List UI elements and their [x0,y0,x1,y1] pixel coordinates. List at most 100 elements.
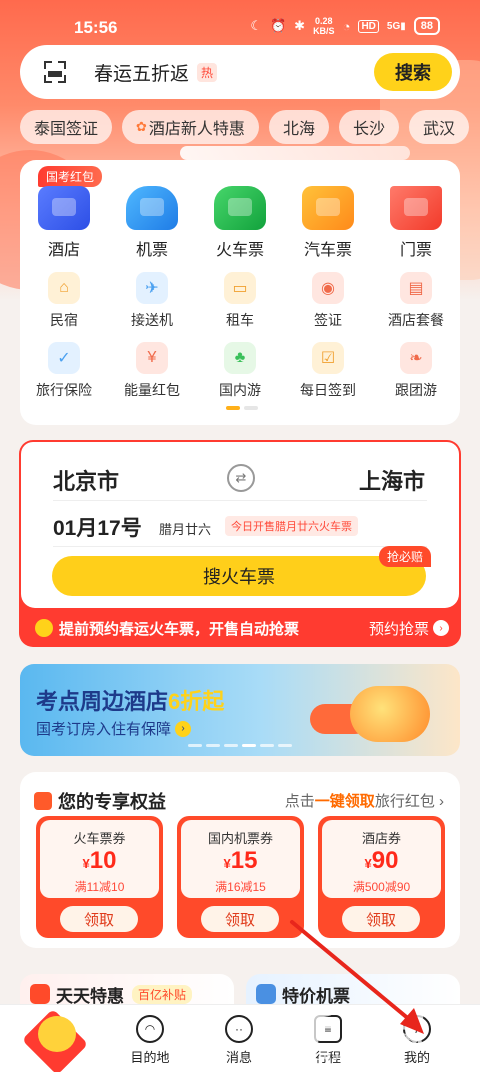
search-train-button[interactable]: 搜火车票 [52,556,426,596]
service-ticket[interactable]: 门票 [372,186,460,260]
departure-date[interactable]: 01月17号 [53,512,142,542]
train-search-form: 北京市 ⇄ 上海市 01月17号 腊月廿六 今日开售腊月廿六火车票 搜火车票 抢… [21,442,459,608]
train-search-card: 北京市 ⇄ 上海市 01月17号 腊月廿六 今日开售腊月廿六火车票 搜火车票 抢… [19,440,461,647]
exclusive-benefits: 您的专享权益 点击一键领取旅行红包 › 火车票券 ¥10 满11减10 领取 国内机… [20,772,460,948]
promo-banner[interactable]: 考点周边酒店6折起 国考订房入住有保障 › [20,664,460,756]
claim-button[interactable]: 领取 [342,906,420,932]
watermark: 手机鼠 SHOUJISHU.COM [296,1011,434,1063]
domestic-tour-icon: ♣ [224,342,256,374]
arrival-city[interactable]: 上海市 [359,464,425,496]
insurance-icon: ✓ [48,342,80,374]
ticket-icon [390,186,442,230]
claim-button[interactable]: 领取 [60,906,138,932]
swap-icon[interactable]: ⇄ [227,464,255,492]
home-mascot-tab[interactable] [21,1008,89,1072]
hot-badge: 热 [197,62,218,82]
coupon-list: 火车票券 ¥10 满11减10 领取 国内机票券 ¥15 满16减15 领取 酒店券 ¥9… [36,816,445,938]
guarantee-badge: 抢必赔 [378,546,431,567]
banner-indicator [188,744,292,747]
search-input[interactable]: 春运五折返 [94,59,189,86]
coupon-card: 酒店券 ¥90 满500减90 领取 [318,816,445,938]
group-tour-icon: ❧ [400,342,432,374]
plane-small-icon [256,984,276,1004]
service-domestic-tour[interactable]: ♣ 国内游 [196,342,284,400]
planet-icon: ◠ [136,1015,164,1043]
service-insurance[interactable]: ✓ 旅行保险 [20,342,108,400]
quick-tag[interactable]: 长沙 [338,110,399,144]
alarm-clock-icon [35,619,53,637]
crown-icon [34,792,52,810]
scan-icon[interactable] [42,59,68,85]
service-red-packet[interactable]: ¥ 能量红包 [108,342,196,400]
deal-icon [30,984,50,1004]
claim-button[interactable]: 领取 [201,906,279,932]
status-icons: ☾ ⏰ ✱ 0.28 KB/S ◔ HD 5G▮ 88 [250,16,440,36]
banner-subtitle: 国考订房入住有保障 › [36,718,192,739]
service-homestay[interactable]: ⌂ 民宿 [20,272,108,330]
checkin-icon: ☑ [312,342,344,374]
signal-icon: 5G▮ [386,20,406,32]
lunar-date: 腊月廿六 [159,522,212,537]
banner-title: 考点周边酒店6折起 [36,689,225,714]
hd-icon: HD [358,19,379,33]
search-bar[interactable]: 春运五折返 热 搜索 [20,45,460,99]
train-decoration [180,146,410,160]
alarm-status-icon: ⏰ [269,18,287,33]
service-visa[interactable]: ◉ 签证 [284,272,372,330]
quick-tags: 泰国签证 ✿ 酒店新人特惠 北海 长沙 武汉 [20,110,480,144]
departure-city[interactable]: 北京市 [53,464,119,496]
quick-tag[interactable]: 泰国签证 [20,110,113,144]
presale-tag: 今日开售腊月廿六火车票 [225,516,358,536]
service-airport-transfer[interactable]: ✈ 接送机 [108,272,196,330]
status-time: 15:56 [74,18,118,37]
service-grid: 国考红包 酒店 机票 火车票 汽车票 门票 ⌂ 民宿 ✈ 接送机 ▭ 租车 ◉ 签证 ▤… [20,160,460,425]
page-indicator [226,406,258,410]
service-hotel[interactable]: 酒店 [20,186,108,260]
primary-services: 酒店 机票 火车票 汽车票 门票 [20,186,460,260]
moon-icon: ☾ [250,18,262,33]
service-bus[interactable]: 汽车票 [284,186,372,260]
subsidy-badge: 百亿补贴 [132,984,193,1004]
hotel-icon [38,186,90,230]
mascot-illustration [350,686,430,742]
quick-tag[interactable]: ✿ 酒店新人特惠 [122,110,259,144]
homestay-icon: ⌂ [48,272,80,304]
hotel-package-icon: ▤ [400,272,432,304]
bluetooth-icon: ✱ [294,18,306,33]
airport-transfer-icon: ✈ [136,272,168,304]
network-speed: 0.28 KB/S [313,16,335,36]
wifi-icon: ◔ [342,18,351,34]
service-hotel-package[interactable]: ▤ 酒店套餐 [372,272,460,330]
secondary-services-row2: ✓ 旅行保险 ¥ 能量红包 ♣ 国内游 ☑ 每日签到 ❧ 跟团游 [20,342,460,400]
quick-tag[interactable]: 武汉 [408,110,469,144]
plane-icon [126,186,178,230]
service-group-tour[interactable]: ❧ 跟团游 [372,342,460,400]
coupon-card: 国内机票券 ¥15 满16减15 领取 [177,816,304,938]
car-rental-icon: ▭ [224,272,256,304]
chick-mascot-icon [38,1016,76,1052]
visa-icon: ◉ [312,272,344,304]
divider [53,500,427,501]
divider [53,546,427,547]
train-icon [214,186,266,230]
reserve-grab-link[interactable]: 预约抢票 › [369,618,449,639]
chat-icon: ·· [225,1015,253,1043]
search-button[interactable]: 搜索 [374,53,452,91]
coupon-card: 火车票券 ¥10 满11减10 领取 [36,816,163,938]
service-checkin[interactable]: ☑ 每日签到 [284,342,372,400]
secondary-services-row1: ⌂ 民宿 ✈ 接送机 ▭ 租车 ◉ 签证 ▤ 酒店套餐 [20,272,460,330]
service-car-rental[interactable]: ▭ 租车 [196,272,284,330]
claim-all-link[interactable]: 点击一键领取旅行红包 › [285,790,444,811]
quick-tag[interactable]: 北海 [268,110,329,144]
gift-icon: ✿ [136,119,147,134]
red-packet-icon: ¥ [136,342,168,374]
service-flight[interactable]: 机票 [108,186,196,260]
service-train[interactable]: 火车票 [196,186,284,260]
battery-icon: 88 [413,17,440,35]
tab-messages[interactable]: ·· 消息 [204,1015,274,1066]
reservation-text: 提前预约春运火车票，开售自动抢票 [59,620,300,638]
chevron-right-icon: › [433,620,449,636]
chevron-right-icon: › [175,720,192,737]
train-reservation-bar[interactable]: 提前预约春运火车票，开售自动抢票 预约抢票 › [19,610,461,646]
tab-destination[interactable]: ◠ 目的地 [115,1015,185,1066]
